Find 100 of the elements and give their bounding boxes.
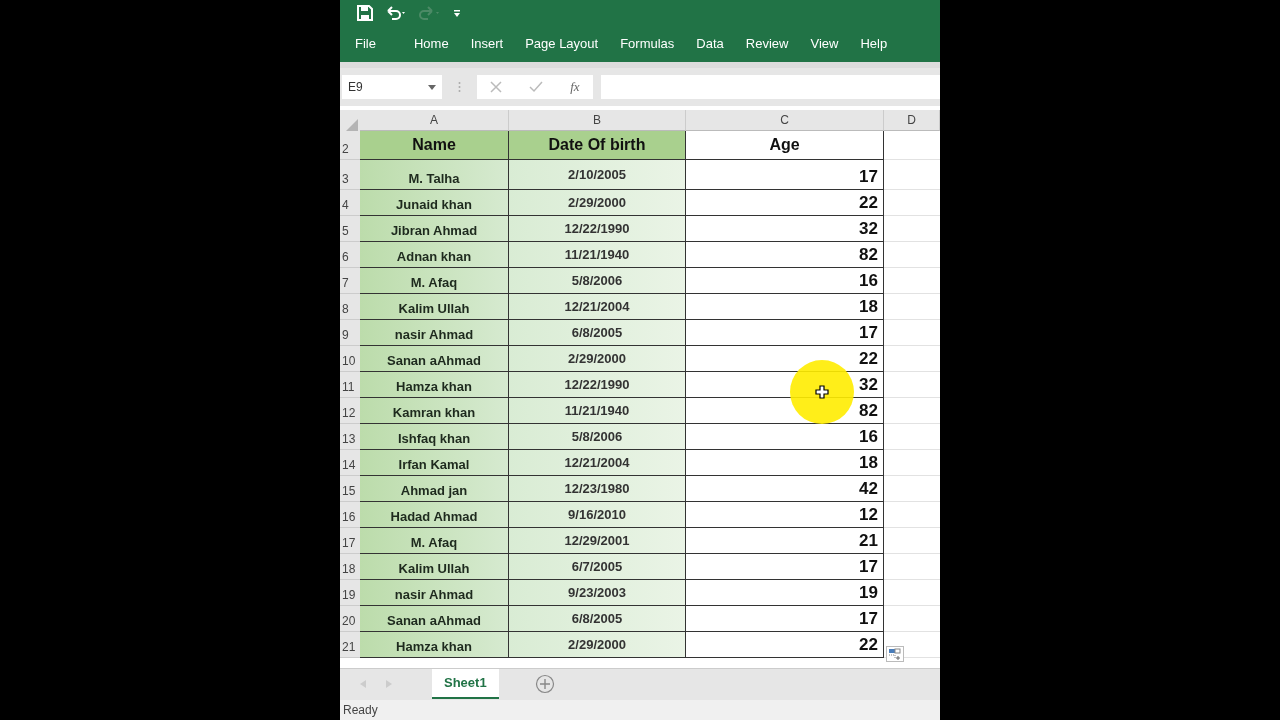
undo-icon[interactable] bbox=[384, 4, 408, 22]
ribbon-tab[interactable]: Review bbox=[736, 35, 798, 51]
insert-function-button[interactable]: fx bbox=[570, 79, 580, 95]
column-header[interactable]: A bbox=[360, 110, 509, 131]
table-cell: 17 bbox=[686, 554, 884, 580]
table-cell: 12/21/2004 bbox=[509, 450, 686, 476]
ribbon-tab[interactable]: Data bbox=[687, 35, 733, 51]
add-sheet-icon[interactable] bbox=[534, 674, 555, 694]
table-cell: 21 bbox=[686, 528, 884, 554]
table-cell: 6/7/2005 bbox=[509, 554, 686, 580]
row-header[interactable]: 16 bbox=[340, 502, 360, 528]
save-icon[interactable] bbox=[356, 4, 374, 22]
table-cell: 18 bbox=[686, 294, 884, 320]
table-cell: 42 bbox=[686, 476, 884, 502]
table-cell: 12/22/1990 bbox=[509, 372, 686, 398]
header-cell: Age bbox=[686, 131, 884, 160]
table-cell: 18 bbox=[686, 450, 884, 476]
column-header[interactable]: D bbox=[884, 110, 940, 131]
table-cell: 12/29/2001 bbox=[509, 528, 686, 554]
quick-analysis-icon[interactable] bbox=[886, 646, 904, 662]
row-header[interactable]: 4 bbox=[340, 190, 360, 216]
ribbon-tab[interactable]: View bbox=[801, 35, 848, 51]
row-header[interactable]: 2 bbox=[340, 131, 360, 160]
row-header[interactable]: 7 bbox=[340, 268, 360, 294]
row-header[interactable]: 9 bbox=[340, 320, 360, 346]
row-header[interactable]: 20 bbox=[340, 606, 360, 632]
table-cell: 11/21/1940 bbox=[509, 398, 686, 424]
table-cell: 12/23/1980 bbox=[509, 476, 686, 502]
ribbon-tab[interactable]: Formulas bbox=[611, 35, 684, 51]
row-header[interactable]: 3 bbox=[340, 160, 360, 190]
table-cell: 22 bbox=[686, 190, 884, 216]
table-cell: Jibran Ahmad bbox=[360, 216, 509, 242]
table-cell: Hamza khan bbox=[360, 632, 509, 658]
table-cell: Hamza khan bbox=[360, 372, 509, 398]
table-cell: Ahmad jan bbox=[360, 476, 509, 502]
table-cell: 5/8/2006 bbox=[509, 424, 686, 450]
table-cell: 32 bbox=[686, 216, 884, 242]
table-cell: 12/21/2004 bbox=[509, 294, 686, 320]
table-cell: 16 bbox=[686, 268, 884, 294]
table-cell: M. Afaq bbox=[360, 268, 509, 294]
table-cell: nasir Ahmad bbox=[360, 580, 509, 606]
cursor-icon bbox=[815, 385, 829, 399]
table-cell: Kalim Ullah bbox=[360, 294, 509, 320]
row-header[interactable]: 8 bbox=[340, 294, 360, 320]
ribbon-tab[interactable]: Home bbox=[404, 35, 458, 51]
table-cell: 19 bbox=[686, 580, 884, 606]
row-header[interactable]: 14 bbox=[340, 450, 360, 476]
table-cell: Kalim Ullah bbox=[360, 554, 509, 580]
customize-icon[interactable] bbox=[452, 7, 462, 19]
header-cell: Name bbox=[360, 131, 509, 160]
table-cell: Sanan aAhmad bbox=[360, 606, 509, 632]
ribbon-tab[interactable]: Page Layout bbox=[516, 35, 608, 51]
table-cell: Hadad Ahmad bbox=[360, 502, 509, 528]
table-cell: 12/22/1990 bbox=[509, 216, 686, 242]
table-cell: M. Afaq bbox=[360, 528, 509, 554]
ribbon-tab[interactable]: Help bbox=[851, 35, 897, 51]
table-cell: 17 bbox=[686, 160, 884, 190]
sheet-tab[interactable]: Sheet1 bbox=[432, 669, 499, 699]
scroll-left-icon[interactable] bbox=[360, 680, 366, 688]
row-header[interactable]: 12 bbox=[340, 398, 360, 424]
table-cell: 17 bbox=[686, 320, 884, 346]
row-header[interactable]: 19 bbox=[340, 580, 360, 606]
header-cell: Date Of birth bbox=[509, 131, 686, 160]
scroll-right-icon[interactable] bbox=[386, 680, 392, 688]
row-header[interactable]: 17 bbox=[340, 528, 360, 554]
name-box[interactable]: E9 bbox=[342, 75, 442, 99]
row-header[interactable]: 13 bbox=[340, 424, 360, 450]
formula-input[interactable] bbox=[601, 75, 940, 99]
grip-icon bbox=[458, 81, 461, 93]
table-cell: 17 bbox=[686, 606, 884, 632]
table-cell: M. Talha bbox=[360, 160, 509, 190]
ribbon-tab[interactable]: Insert bbox=[461, 35, 513, 51]
cancel-icon[interactable] bbox=[490, 81, 503, 93]
row-header[interactable]: 10 bbox=[340, 346, 360, 372]
status-text: Ready bbox=[343, 703, 378, 717]
table-cell: 2/29/2000 bbox=[509, 346, 686, 372]
row-header[interactable]: 21 bbox=[340, 632, 360, 658]
table-cell: 2/10/2005 bbox=[509, 160, 686, 190]
table-cell: 9/23/2003 bbox=[509, 580, 686, 606]
row-header[interactable]: 15 bbox=[340, 476, 360, 502]
row-header[interactable]: 6 bbox=[340, 242, 360, 268]
table-cell: 2/29/2000 bbox=[509, 632, 686, 658]
column-header[interactable]: B bbox=[509, 110, 686, 131]
table-cell: 22 bbox=[686, 632, 884, 658]
row-header[interactable]: 18 bbox=[340, 554, 360, 580]
table-cell: 12 bbox=[686, 502, 884, 528]
table-cell: 11/21/1940 bbox=[509, 242, 686, 268]
redo-icon[interactable] bbox=[418, 4, 442, 22]
table-cell: Junaid khan bbox=[360, 190, 509, 216]
row-header[interactable]: 11 bbox=[340, 372, 360, 398]
table-cell: Ishfaq khan bbox=[360, 424, 509, 450]
table-cell: Adnan khan bbox=[360, 242, 509, 268]
table-cell: 16 bbox=[686, 424, 884, 450]
ribbon-tab[interactable]: File bbox=[346, 35, 385, 51]
column-header[interactable]: C bbox=[686, 110, 884, 131]
check-icon[interactable] bbox=[529, 81, 544, 93]
row-header[interactable]: 5 bbox=[340, 216, 360, 242]
table-cell: Irfan Kamal bbox=[360, 450, 509, 476]
table-cell: Sanan aAhmad bbox=[360, 346, 509, 372]
table-cell: nasir Ahmad bbox=[360, 320, 509, 346]
